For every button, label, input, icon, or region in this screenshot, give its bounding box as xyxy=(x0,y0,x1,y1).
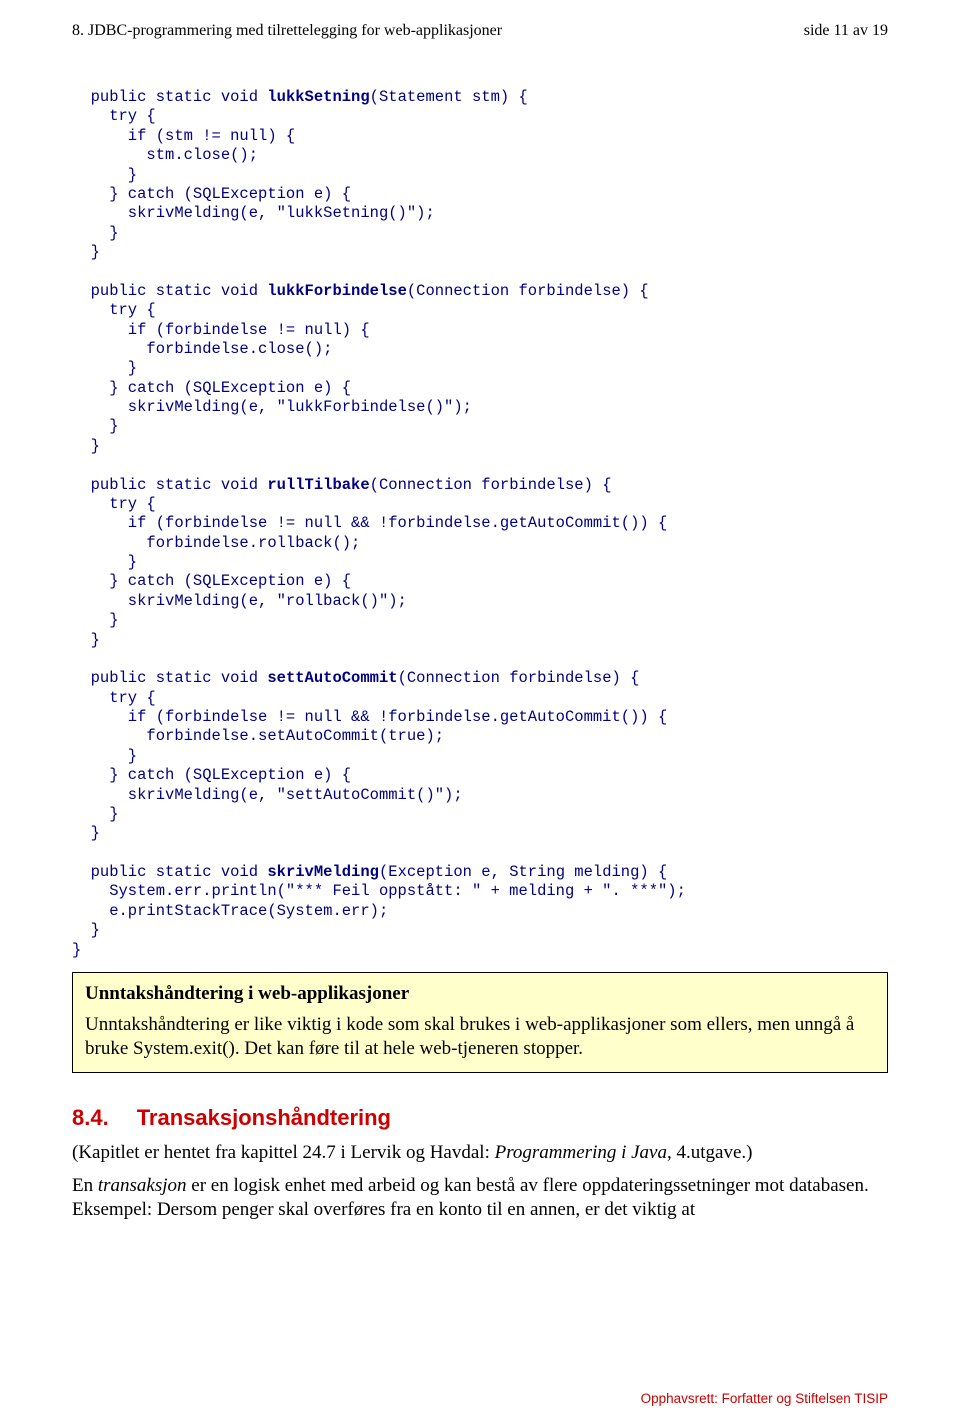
info-box: Unntakshåndtering i web-applikasjoner Un… xyxy=(72,972,888,1074)
method-name-settAutoCommit: settAutoCommit xyxy=(267,669,397,687)
info-box-body: Unntakshåndtering er like viktig i kode … xyxy=(85,1013,875,1061)
code-listing: public static void lukkSetning(Statement… xyxy=(72,88,888,960)
page-header: 8. JDBC-programmering med tilretteleggin… xyxy=(72,22,888,40)
method-name-skrivMelding: skrivMelding xyxy=(267,863,379,881)
section-title: Transaksjonshåndtering xyxy=(137,1105,391,1130)
header-right: side 11 av 19 xyxy=(804,22,888,40)
section-heading: 8.4. Transaksjonshåndtering xyxy=(72,1105,888,1131)
footer-copyright: Opphavsrett: Forfatter og Stiftelsen TIS… xyxy=(641,1391,888,1406)
paragraph-2: En transaksjon er en logisk enhet med ar… xyxy=(72,1174,888,1223)
method-name-rullTilbake: rullTilbake xyxy=(267,476,369,494)
section-number: 8.4. xyxy=(72,1105,109,1130)
method-name-lukkSetning: lukkSetning xyxy=(267,88,369,106)
info-box-title: Unntakshåndtering i web-applikasjoner xyxy=(85,983,875,1005)
method-name-lukkForbindelse: lukkForbindelse xyxy=(267,282,407,300)
header-left: 8. JDBC-programmering med tilretteleggin… xyxy=(72,22,502,40)
paragraph-1: (Kapitlet er hentet fra kapittel 24.7 i … xyxy=(72,1141,888,1165)
